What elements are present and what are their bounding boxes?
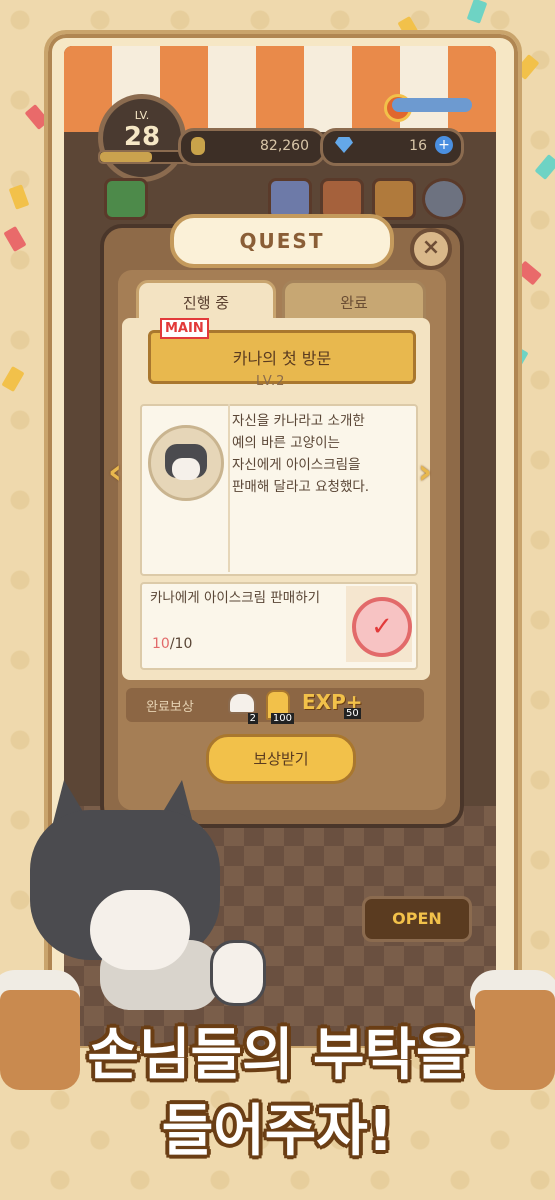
wrench-icon[interactable] [392,98,472,112]
open-sign: OPEN [362,896,472,942]
level-number: 28 [123,122,161,152]
cat-face-icon [172,458,200,480]
next-arrow-icon[interactable]: › [418,452,432,492]
reward-count: 2 [247,713,258,724]
level-label: LV. [134,109,150,122]
progress-total: /10 [169,636,193,652]
task-text: 카나에게 아이스크림 판매하기 [150,590,321,606]
quest-level: LV.2 [256,374,286,389]
cat-face-icon [90,890,190,970]
previous-arrow-icon[interactable]: ‹ [108,452,122,492]
divider [228,404,230,572]
chest-icon[interactable] [372,178,416,220]
gold-reward-icon: 100 [262,688,294,724]
ice-cream-reward-icon: 2 [226,688,258,724]
exp-value: 50 [344,708,361,719]
house-icon[interactable] [104,178,148,220]
cat-paw-icon [210,940,266,1006]
gem-counter: 16 + [320,128,464,166]
quest-description: 자신을 카나라고 소개한 예의 바른 고양이는 자신에게 아이스크림을 판매해 … [232,413,370,495]
claim-reward-button[interactable]: 보상받기 [206,734,356,784]
coin-counter: 82,260 [178,128,326,166]
quest-title: QUEST [170,214,394,268]
main-quest-tag: MAIN [160,318,209,339]
check-icon: ✓ [352,597,412,657]
cat-portrait [148,425,224,501]
gem-icon [335,137,353,153]
add-gems-icon[interactable]: + [435,136,453,154]
quest-name: 카나의 첫 방문 [232,349,332,368]
headline-line-1: 손님들의 부탁을 [87,1023,468,1088]
progress-done: 10 [152,636,170,652]
level-badge[interactable]: LV. 28 [98,94,186,182]
gem-value: 16 [409,138,427,154]
reward-label: 완료보상 [146,700,194,715]
coin-value: 82,260 [260,138,309,154]
reward-count: 100 [270,713,294,724]
close-button[interactable]: × [410,228,452,270]
headline-line-2: 들어주자! [161,1099,394,1164]
gear-icon[interactable] [422,178,466,220]
coin-icon [191,137,205,155]
task-progress: 10/10 [152,636,192,652]
